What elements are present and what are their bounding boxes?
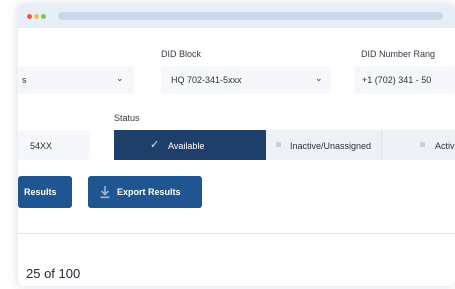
- status-option-available[interactable]: ✓ Available: [114, 130, 266, 160]
- status-label: Status: [114, 113, 140, 123]
- did-range-label: DID Number Rang: [361, 49, 436, 59]
- extension-input[interactable]: 54XX: [18, 130, 90, 160]
- status-option-inactive-unassigned[interactable]: Inactive/Unassigned: [266, 130, 382, 160]
- screenshot-canvas: s ⌄ DID Block HQ 702-341-5xxx ⌄ DID Numb…: [0, 0, 455, 289]
- status-option-active[interactable]: Activ: [382, 130, 455, 160]
- status-option-label: Available: [168, 141, 205, 151]
- did-range-value: +1 (702) 341 - 50: [362, 75, 432, 85]
- first-filter-value: s: [22, 75, 27, 85]
- first-filter-select[interactable]: s ⌄: [18, 66, 134, 94]
- pagination-count: 25 of 100: [26, 266, 81, 281]
- window-titlebar: [18, 4, 455, 28]
- checkbox-square-icon: [276, 142, 281, 147]
- did-block-label: DID Block: [161, 49, 202, 59]
- checkmark-icon: ✓: [150, 139, 160, 151]
- maximize-window-dot-icon[interactable]: [41, 14, 46, 19]
- export-results-label: Export Results: [117, 187, 181, 197]
- address-bar[interactable]: [58, 12, 443, 20]
- status-segmented-control: ✓ Available Inactive/Unassigned Activ: [114, 130, 455, 160]
- export-results-button[interactable]: Export Results: [88, 176, 202, 208]
- chevron-down-icon: ⌄: [116, 73, 124, 83]
- results-button-label: Results: [24, 187, 57, 197]
- chevron-down-icon: ⌄: [315, 73, 323, 83]
- did-block-select[interactable]: HQ 702-341-5xxx ⌄: [161, 66, 331, 94]
- status-option-label: Activ: [435, 141, 455, 151]
- app-window: s ⌄ DID Block HQ 702-341-5xxx ⌄ DID Numb…: [18, 4, 455, 286]
- section-divider: [18, 233, 455, 234]
- did-block-value: HQ 702-341-5xxx: [171, 75, 242, 85]
- download-icon: [100, 186, 110, 199]
- status-option-label: Inactive/Unassigned: [290, 141, 372, 151]
- close-window-dot-icon[interactable]: [27, 14, 32, 19]
- did-range-select[interactable]: +1 (702) 341 - 50: [354, 66, 455, 94]
- extension-value: 54XX: [30, 141, 53, 151]
- results-button[interactable]: Results: [18, 176, 72, 208]
- checkbox-square-icon: [420, 142, 425, 147]
- minimize-window-dot-icon[interactable]: [34, 14, 39, 19]
